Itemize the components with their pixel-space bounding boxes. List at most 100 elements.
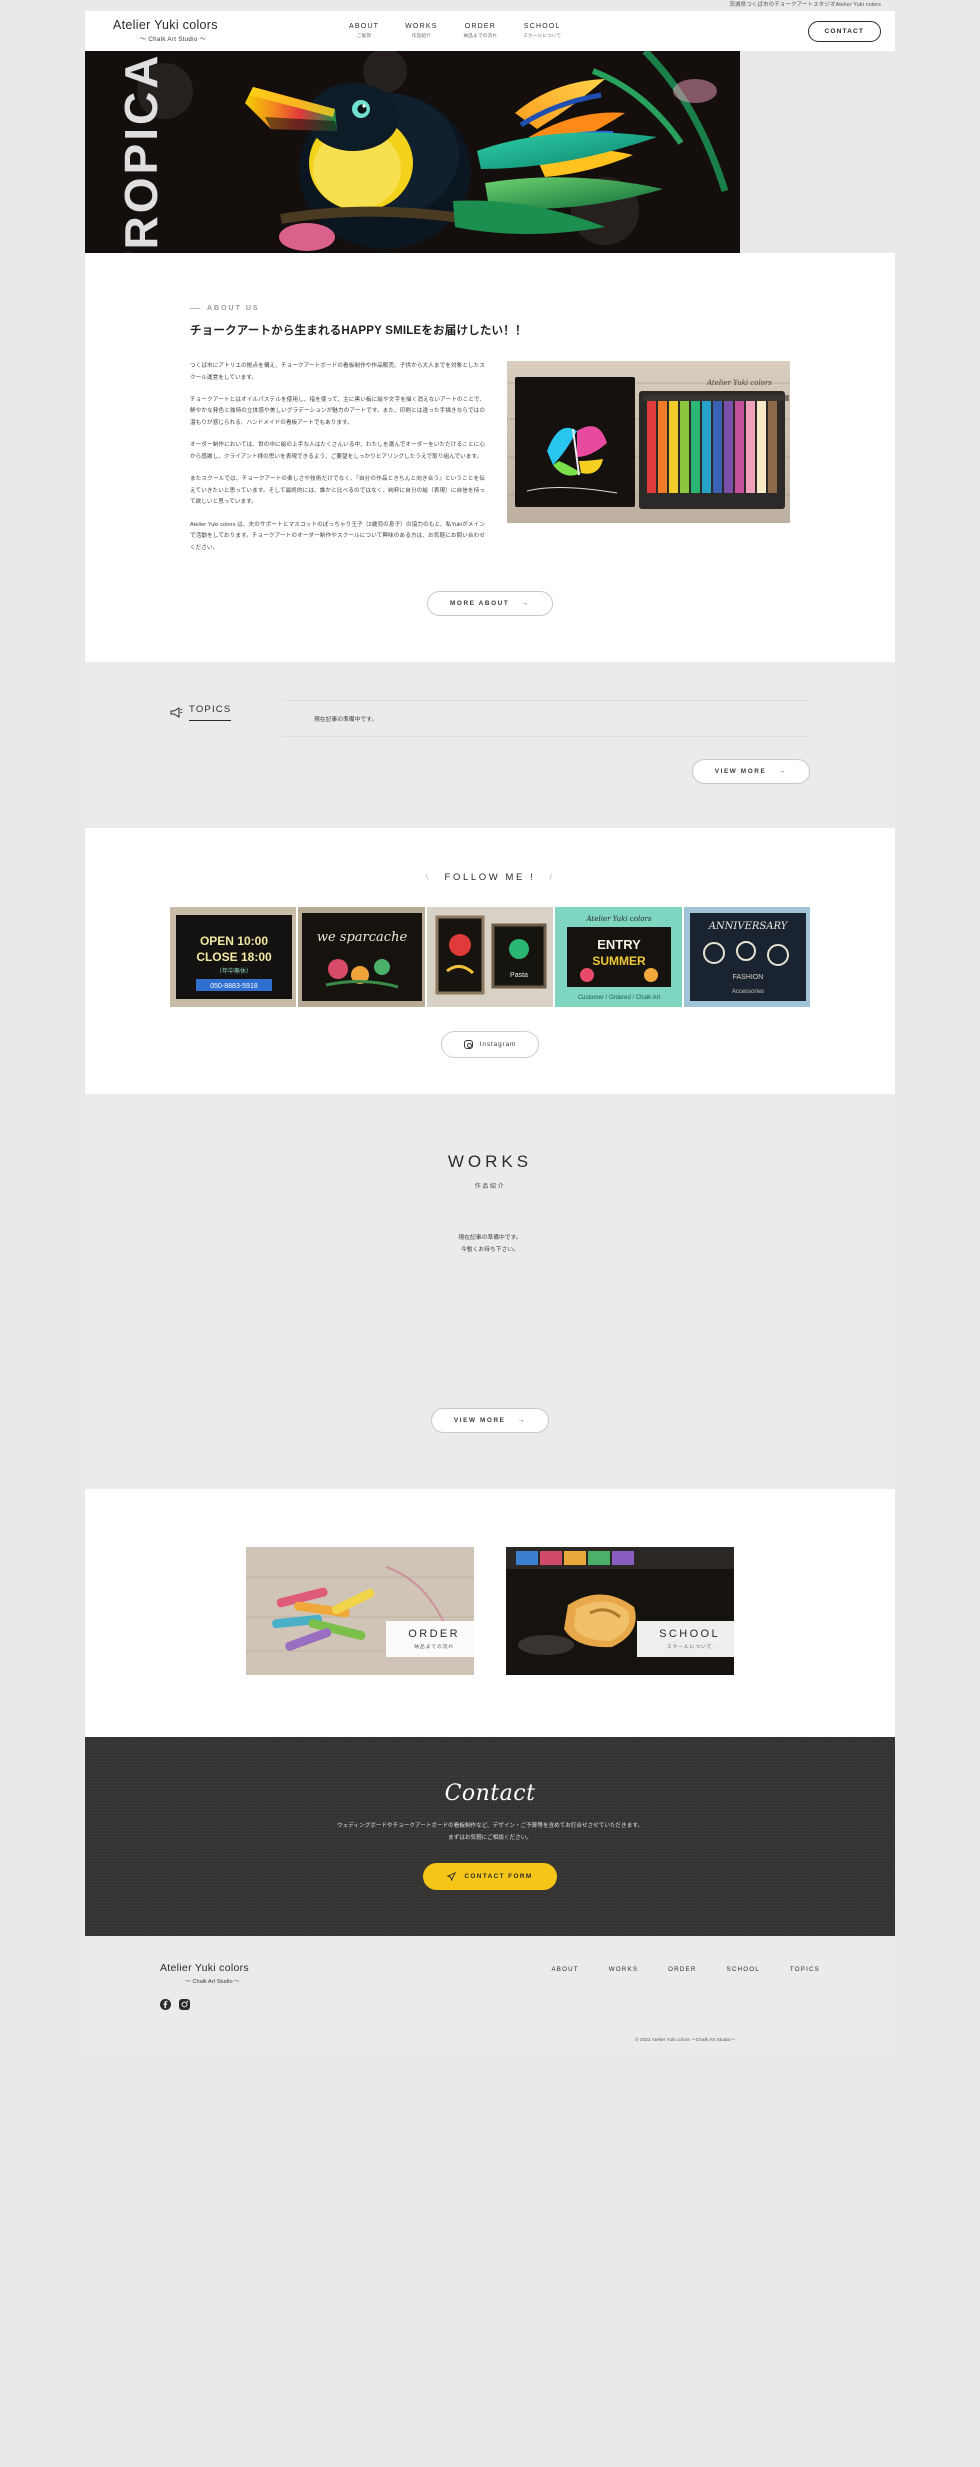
- gallery-artwork: Pasta: [426, 906, 554, 1007]
- topics-inner: TOPICS 現在記事の準備中です。 VIEW MORE →: [170, 699, 810, 784]
- brand-subtitle: ～ Chalk Art Studio ～: [139, 36, 207, 44]
- arrow-right-icon: →: [778, 767, 787, 775]
- instagram-icon[interactable]: [179, 1998, 190, 2010]
- nav-item-school[interactable]: SCHOOL スクールについて: [523, 23, 561, 39]
- cards-section: ORDER 納品までの流れ SCHOOL スクールについて: [85, 1489, 895, 1738]
- gallery-item[interactable]: ANNIVERSARY FASHION Accessories: [683, 906, 811, 1007]
- footer-nav-about[interactable]: ABOUT: [551, 1966, 578, 1973]
- works-empty-line1: 現在記事の準備中です。: [458, 1234, 522, 1241]
- footer-brand-name: Atelier Yuki colors: [160, 1961, 249, 1974]
- svg-text:Accessories: Accessories: [731, 989, 763, 995]
- nav-label-en: ABOUT: [349, 23, 380, 30]
- site-footer: Atelier Yuki colors ～ Chalk Art Studio ～…: [85, 1935, 895, 2057]
- card-school[interactable]: SCHOOL スクールについて: [506, 1547, 734, 1676]
- works-view-more-button[interactable]: VIEW MORE →: [430, 1408, 550, 1434]
- contact-form-button[interactable]: CONTACT FORM: [423, 1862, 557, 1890]
- about-more-wrap: MORE ABOUT →: [190, 565, 790, 662]
- works-empty-line2: 今暫くお待ち下さい。: [461, 1247, 519, 1254]
- contact-lead-line1: ウェディングボードやチョークアートボードの看板制作など、デザイン・ご予算等を含め…: [337, 1823, 643, 1830]
- about-eyebrow: ABOUT US: [190, 305, 790, 312]
- nav-item-about[interactable]: ABOUT ご挨拶: [349, 23, 379, 39]
- paper-plane-icon: [447, 1871, 457, 1881]
- contact-lead: ウェディングボードやチョークアートボードの看板制作など、デザイン・ご予算等を含め…: [85, 1821, 895, 1844]
- about-paragraph: チョークアートとはオイルパステルを使用し、指を使って、主に黒い板に絵や文字を描く…: [190, 397, 485, 426]
- footer-brand[interactable]: Atelier Yuki colors ～ Chalk Art Studio ～: [160, 1962, 265, 2010]
- about-eyebrow-label: ABOUT US: [207, 305, 260, 312]
- topics-view-more-button[interactable]: VIEW MORE →: [691, 758, 810, 784]
- footer-inner: Atelier Yuki colors ～ Chalk Art Studio ～…: [160, 1962, 820, 2010]
- card-order[interactable]: ORDER 納品までの流れ: [246, 1547, 474, 1676]
- works-more-wrap: VIEW MORE →: [85, 1408, 895, 1434]
- svg-text:FASHION: FASHION: [732, 974, 763, 981]
- contact-lead-line2: まずはお気軽にご相談ください。: [448, 1835, 532, 1842]
- gallery-item[interactable]: we sparcache: [298, 906, 425, 1007]
- card-order-label: ORDER 納品までの流れ: [386, 1621, 474, 1658]
- nav-label-ja: 納品までの流れ: [463, 33, 498, 38]
- header-contact-button[interactable]: CONTACT: [807, 20, 881, 42]
- about-text: つくば市にアトリエの拠点を構え、チョークアートボードの看板制作や作品販売、子供か…: [190, 361, 485, 565]
- nav-item-works[interactable]: WORKS 作品紹介: [405, 23, 437, 39]
- follow-section: \ FOLLOW ME ! / OPEN 10:00 CLOSE 18:00 （…: [85, 827, 895, 1094]
- gallery-item[interactable]: OPEN 10:00 CLOSE 18:00 （年中無休） 050-8883-5…: [170, 906, 297, 1007]
- gallery-item[interactable]: Atelier Yuki colors ENTRY SUMMER Custome…: [555, 906, 682, 1007]
- about-paragraph: つくば市にアトリエの拠点を構え、チョークアートボードの看板制作や作品販売、子供か…: [190, 363, 485, 381]
- nav-label-en: SCHOOL: [523, 23, 561, 30]
- instagram-button-wrap: Instagram: [85, 1030, 895, 1058]
- arrow-right-icon: →: [517, 1417, 527, 1425]
- nav-label-ja: 作品紹介: [411, 33, 431, 38]
- about-paragraph: Atelier Yuki colors は、夫のサポートとマスコットのぽっちゃり…: [190, 521, 485, 551]
- instagram-label: Instagram: [479, 1040, 517, 1048]
- nav-item-order[interactable]: ORDER 納品までの流れ: [464, 23, 498, 39]
- topics-section: TOPICS 現在記事の準備中です。 VIEW MORE →: [85, 661, 895, 828]
- slash-left-icon: \: [425, 872, 431, 883]
- arrow-right-icon: →: [521, 599, 531, 607]
- footer-socials: [160, 1998, 265, 2010]
- svg-text:OPEN 10:00: OPEN 10:00: [200, 934, 268, 948]
- brand-name: Atelier Yuki colors: [113, 17, 218, 32]
- card-label-en: ORDER: [408, 1628, 460, 1641]
- brand-logo[interactable]: Atelier Yuki colors ～ Chalk Art Studio ～: [113, 17, 303, 44]
- more-about-button[interactable]: MORE ABOUT →: [426, 590, 554, 616]
- contact-title: Contact: [444, 1781, 536, 1807]
- footer-nav-school[interactable]: SCHOOL: [727, 1966, 760, 1973]
- slash-right-icon: /: [549, 872, 555, 883]
- topics-heading: TOPICS: [170, 700, 282, 721]
- follow-heading: \ FOLLOW ME ! /: [85, 872, 895, 883]
- about-paragraph: オーダー制作においては、世の中に絵の上手な人はたくさんいる中、わたしを選んでオー…: [190, 442, 485, 460]
- about-photo-artwork: Atelier Yuki colors: [507, 361, 790, 524]
- about-section: ABOUT US チョークアートから生まれるHAPPY SMILEをお届けしたい…: [85, 253, 895, 662]
- card-label-ja: 納品までの流れ: [414, 1645, 455, 1651]
- instagram-button[interactable]: Instagram: [440, 1030, 540, 1058]
- site-header: Atelier Yuki colors ～ Chalk Art Studio ～…: [85, 11, 895, 51]
- main-nav: ABOUT ご挨拶 WORKS 作品紹介 ORDER 納品までの流れ SCHOO…: [349, 23, 561, 39]
- svg-text:Atelier Yuki colors: Atelier Yuki colors: [706, 379, 772, 387]
- hero-section: TROPICAL: [85, 51, 895, 253]
- gallery-artwork: Atelier Yuki colors ENTRY SUMMER Custome…: [555, 906, 682, 1007]
- instagram-icon: [463, 1039, 473, 1049]
- contact-section: Contact ウェディングボードやチョークアートボードの看板制作など、デザイン…: [85, 1737, 895, 1937]
- topics-list: 現在記事の準備中です。 VIEW MORE →: [282, 699, 810, 784]
- hero-artwork: TROPICAL: [85, 51, 740, 253]
- card-label-en: SCHOOL: [659, 1628, 720, 1641]
- instagram-gallery: OPEN 10:00 CLOSE 18:00 （年中無休） 050-8883-5…: [170, 906, 811, 1007]
- about-paragraph: またスクールでは、チョークアートの楽しさや技術だけでなく、『自分の作品ときちんと…: [190, 476, 485, 506]
- footer-nav-order[interactable]: ORDER: [668, 1966, 696, 1973]
- nav-label-ja: スクールについて: [523, 33, 562, 38]
- topic-row: 現在記事の準備中です。: [282, 699, 810, 737]
- footer-brand-subtitle: ～ Chalk Art Studio ～: [185, 1978, 240, 1985]
- contact-form-label: CONTACT FORM: [464, 1872, 533, 1880]
- about-photo: Atelier Yuki colors: [507, 361, 790, 524]
- svg-text:（年中無休）: （年中無休）: [216, 967, 252, 975]
- nav-label-en: WORKS: [405, 23, 438, 30]
- gallery-item[interactable]: Pasta: [426, 906, 554, 1007]
- about-columns: つくば市にアトリエの拠点を構え、チョークアートボードの看板制作や作品販売、子供か…: [190, 361, 790, 565]
- works-subtitle: 作品紹介: [474, 1183, 506, 1190]
- footer-nav-topics[interactable]: TOPICS: [790, 1966, 820, 1973]
- footer-nav: ABOUT WORKS ORDER SCHOOL TOPICS: [551, 1962, 820, 1973]
- works-section: WORKS 作品紹介 現在記事の準備中です。 今暫くお待ち下さい。 VIEW M…: [85, 1093, 895, 1490]
- facebook-icon[interactable]: [160, 1998, 171, 2010]
- footer-nav-works[interactable]: WORKS: [609, 1966, 638, 1973]
- svg-text:Atelier Yuki colors: Atelier Yuki colors: [586, 915, 652, 923]
- svg-text:we sparcache: we sparcache: [317, 930, 408, 945]
- about-inner: ABOUT US チョークアートから生まれるHAPPY SMILEをお届けしたい…: [190, 305, 790, 662]
